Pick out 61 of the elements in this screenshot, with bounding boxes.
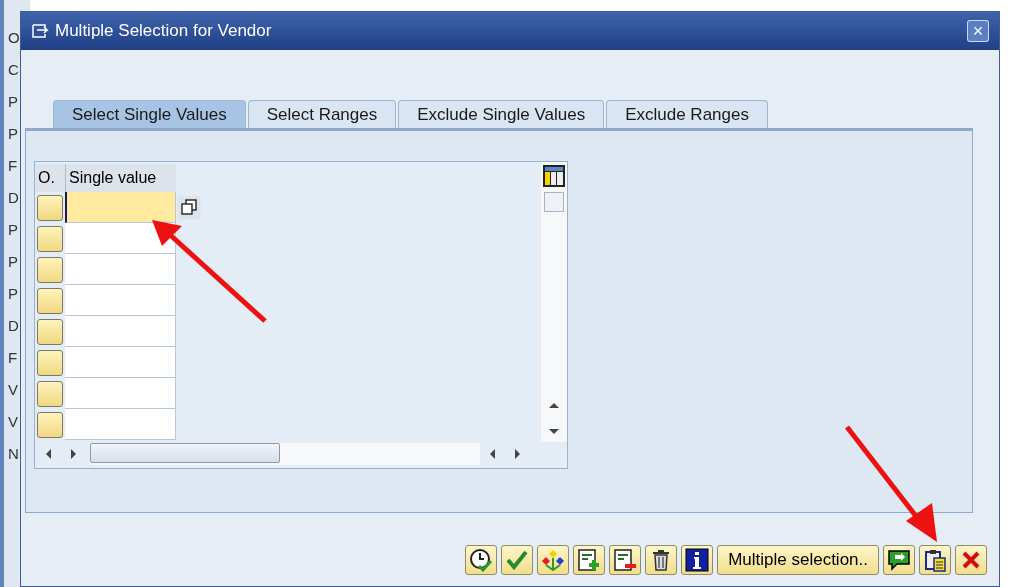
info-icon — [685, 548, 710, 572]
row-selector[interactable] — [37, 349, 63, 376]
diamonds-icon — [541, 548, 566, 572]
background-label: F — [7, 156, 19, 176]
row-selector[interactable] — [37, 256, 63, 283]
window-icon — [31, 23, 49, 39]
background-label: F — [7, 348, 19, 368]
scrollbar-thumb[interactable] — [544, 192, 564, 212]
row-selector[interactable] — [37, 287, 63, 314]
multiple-selection-button[interactable]: Multiple selection.. — [717, 545, 879, 575]
background-label: D — [7, 188, 20, 208]
column-header: O. — [35, 164, 65, 192]
scrollbar-thumb[interactable] — [90, 442, 280, 463]
add-row-icon — [577, 548, 602, 572]
cancel-button[interactable] — [955, 545, 987, 575]
row-selector[interactable] — [37, 194, 63, 221]
history-button[interactable] — [465, 545, 498, 575]
background-label: V — [7, 412, 19, 432]
clock-check-icon — [469, 548, 494, 572]
row-selector[interactable] — [37, 411, 63, 438]
import-button[interactable] — [883, 545, 915, 575]
multiple-selection-icon[interactable] — [177, 195, 201, 220]
value-field[interactable] — [65, 316, 176, 347]
close-button[interactable]: × — [967, 20, 989, 42]
background-label: O — [7, 28, 21, 48]
options-button[interactable] — [537, 545, 570, 575]
value-field[interactable] — [65, 378, 176, 409]
value-field[interactable] — [65, 285, 176, 316]
delete-button[interactable] — [645, 545, 678, 575]
background-label: N — [7, 444, 20, 464]
background-label: D — [7, 316, 20, 336]
column-layout-icon[interactable] — [542, 164, 566, 188]
value-field[interactable] — [65, 254, 176, 285]
background-label: P — [7, 252, 19, 272]
background-label: P — [7, 124, 19, 144]
background-label: C — [7, 60, 20, 80]
background-label: P — [7, 92, 19, 112]
info-button[interactable] — [681, 545, 714, 575]
row-selector[interactable] — [37, 225, 63, 252]
background-label: P — [7, 220, 19, 240]
check-icon — [505, 548, 530, 572]
value-field[interactable] — [65, 409, 176, 440]
delete-row-button[interactable] — [609, 545, 642, 575]
tab[interactable]: Exclude Single Values — [398, 100, 605, 128]
remove-row-icon — [613, 548, 638, 572]
background-label: V — [7, 380, 19, 400]
row-selector[interactable] — [37, 318, 63, 345]
tab[interactable]: Select Ranges — [247, 100, 397, 128]
tab[interactable]: Select Single Values — [53, 100, 246, 128]
value-field[interactable] — [65, 192, 176, 223]
value-field[interactable] — [65, 347, 176, 378]
background-label: P — [7, 284, 19, 304]
window-title: Multiple Selection for Vendor — [55, 20, 273, 43]
insert-row-button[interactable] — [573, 545, 606, 575]
column-header: Single value — [65, 164, 176, 192]
row-selector[interactable] — [37, 380, 63, 407]
clipboard-icon — [923, 548, 947, 572]
paste-button[interactable] — [919, 545, 951, 575]
confirm-button[interactable] — [501, 545, 534, 575]
speech-bubble-icon — [887, 548, 911, 572]
tab[interactable]: Exclude Ranges — [606, 100, 768, 128]
